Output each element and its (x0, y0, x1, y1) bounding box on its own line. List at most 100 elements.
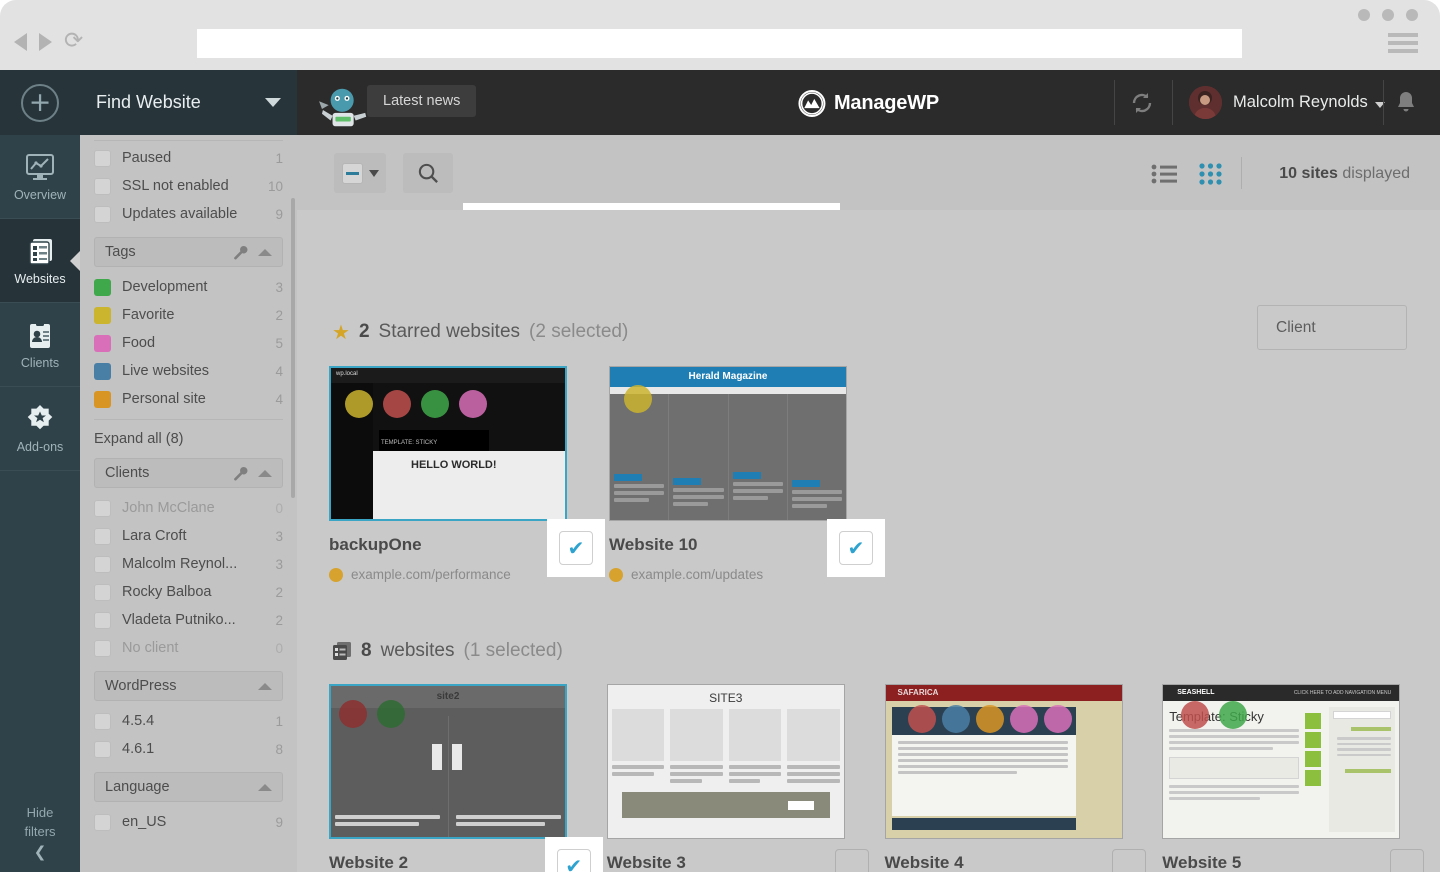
sync-refresh-icon[interactable] (1129, 90, 1155, 116)
website-select-checkbox[interactable]: ✔ (834, 849, 869, 872)
tags-section-header[interactable]: Tags (94, 237, 283, 267)
checkbox[interactable] (94, 205, 111, 223)
search-icon (418, 163, 438, 183)
client-malcolm-reynolds[interactable]: Malcolm Reynol... 3 (94, 550, 283, 578)
wrench-icon[interactable] (233, 466, 248, 481)
tag-live-websites[interactable]: Live websites 4 (94, 357, 283, 385)
website-card[interactable]: SITE3 Website 3 (606, 684, 885, 872)
filters-scrollbar[interactable] (291, 198, 295, 498)
wordpress-section-header[interactable]: WordPress (94, 671, 283, 701)
reload-icon[interactable]: ⟳ (64, 30, 83, 53)
website-select-checkbox[interactable]: ✔ (1112, 849, 1147, 872)
tag-food[interactable]: Food 5 (94, 329, 283, 357)
sidebar-item-addons[interactable]: Add-ons (0, 387, 80, 471)
chevron-down-icon[interactable] (368, 169, 379, 177)
websites-stack-icon (29, 239, 52, 265)
website-card[interactable]: SAFARICA Website 4 (884, 684, 1163, 872)
tag-count: 3 (275, 279, 283, 295)
client-count: 0 (275, 640, 283, 656)
checkbox[interactable] (94, 499, 111, 517)
wp-version-461[interactable]: 4.6.1 8 (94, 735, 283, 763)
add-website-button[interactable]: + (21, 83, 59, 122)
checkbox[interactable] (94, 177, 111, 195)
client-dropdown[interactable]: Client (1257, 305, 1407, 350)
list-view-icon[interactable] (1151, 163, 1177, 185)
brand-name: ManageWP (833, 92, 940, 114)
notification-bell-icon[interactable] (1394, 90, 1418, 116)
checkbox[interactable] (94, 639, 111, 657)
language-section-header[interactable]: Language (94, 772, 283, 802)
client-no-client[interactable]: No client 0 (94, 634, 283, 662)
collapse-caret-icon[interactable] (258, 682, 272, 690)
client-lara-croft[interactable]: Lara Croft 3 (94, 522, 283, 550)
search-button[interactable] (403, 153, 453, 193)
filter-ssl-not-enabled[interactable]: SSL not enabled 10 (94, 172, 283, 200)
select-all-dropdown[interactable] (334, 153, 386, 193)
website-card[interactable]: site2 Website 2 ✔ (329, 684, 607, 872)
checkbox[interactable] (94, 527, 111, 545)
client-count: 2 (275, 584, 283, 600)
website-select-checkbox[interactable]: ✔ (1390, 849, 1424, 872)
website-select-checkbox[interactable]: ✔ (559, 531, 593, 565)
filter-count: 9 (275, 206, 283, 222)
tag-label: Personal site (122, 391, 206, 407)
address-bar[interactable] (197, 29, 1242, 58)
checkbox[interactable] (94, 149, 111, 167)
sites-count-value: 10 sites (1279, 165, 1338, 182)
expand-all-tags-link[interactable]: Expand all (8) (94, 426, 283, 449)
website-card[interactable]: Herald Magazine Website 10 example.com/u… (609, 366, 889, 582)
checkbox[interactable] (94, 740, 111, 758)
collapse-caret-icon[interactable] (258, 248, 272, 256)
website-thumbnail[interactable]: SITE3 (606, 684, 845, 839)
tag-favorite[interactable]: Favorite 2 (94, 301, 283, 329)
sidebar-item-websites[interactable]: Websites (0, 219, 81, 303)
client-label: Lara Croft (122, 528, 187, 544)
website-card[interactable]: HELLO WORLD! TEMPLATE: STICKY wp.local b… (329, 366, 609, 582)
website-thumbnail[interactable]: HELLO WORLD! TEMPLATE: STICKY wp.local (329, 366, 567, 521)
checkbox[interactable] (94, 813, 111, 831)
website-card[interactable]: SEASHELL CLICK HERE TO ADD NAVIGATION ME… (1162, 684, 1440, 872)
sidebar-item-clients[interactable]: Clients (0, 303, 80, 387)
tag-count: 4 (275, 391, 283, 407)
back-arrow-icon[interactable] (14, 32, 27, 51)
language-en-us[interactable]: en_US 9 (94, 808, 283, 836)
client-rocky-balboa[interactable]: Rocky Balboa 2 (94, 578, 283, 606)
websites-card-grid: site2 Website 2 ✔ SITE3 Website 3 SAFARI… (297, 684, 1440, 872)
app-window: + Overview Websites Clients Add-ons Hide… (0, 70, 1440, 872)
filter-count: 1 (275, 150, 283, 166)
find-website-dropdown[interactable]: Find Website (80, 70, 297, 135)
website-thumbnail[interactable]: SAFARICA (884, 684, 1123, 839)
group-label: Starred websites (378, 321, 521, 342)
collapse-caret-icon[interactable] (258, 783, 272, 791)
collapse-chevron-icon[interactable]: ❮ (0, 843, 80, 862)
user-menu[interactable]: Malcolm Reynolds (1189, 86, 1385, 119)
grid-view-icon[interactable] (1199, 163, 1223, 185)
hide-filters-button[interactable]: Hide filters ❮ (0, 803, 80, 862)
browser-menu-icon[interactable] (1388, 33, 1418, 57)
clients-section-header[interactable]: Clients (94, 458, 283, 488)
website-thumbnail[interactable]: SEASHELL CLICK HERE TO ADD NAVIGATION ME… (1162, 684, 1401, 839)
collapse-caret-icon[interactable] (258, 469, 272, 477)
filter-updates-available[interactable]: Updates available 9 (94, 200, 283, 228)
checkbox[interactable] (94, 555, 111, 573)
website-select-checkbox[interactable]: ✔ (839, 531, 873, 565)
checkbox[interactable] (94, 583, 111, 601)
website-select-checkbox[interactable]: ✔ (556, 849, 591, 872)
checkbox[interactable] (94, 611, 111, 629)
sidebar-item-overview[interactable]: Overview (0, 135, 80, 219)
tag-development[interactable]: Development 3 (94, 273, 283, 301)
forward-arrow-icon[interactable] (39, 32, 52, 51)
wrench-icon[interactable] (233, 245, 248, 260)
client-john-mcclane[interactable]: John McClane 0 (94, 494, 283, 522)
partial-checkbox-icon[interactable] (341, 162, 363, 184)
tag-dots (624, 385, 652, 413)
tag-personal-site[interactable]: Personal site 4 (94, 385, 283, 413)
wp-version-454[interactable]: 4.5.4 1 (94, 707, 283, 735)
checkbox[interactable] (94, 712, 111, 730)
website-thumbnail[interactable]: Herald Magazine (609, 366, 847, 521)
website-thumbnail[interactable]: site2 (329, 684, 567, 839)
client-vladeta-putnikovic[interactable]: Vladeta Putniko... 2 (94, 606, 283, 634)
client-count: 2 (275, 612, 283, 628)
filter-paused[interactable]: Paused 1 (94, 144, 283, 172)
latest-news-tooltip[interactable]: Latest news (367, 85, 477, 117)
